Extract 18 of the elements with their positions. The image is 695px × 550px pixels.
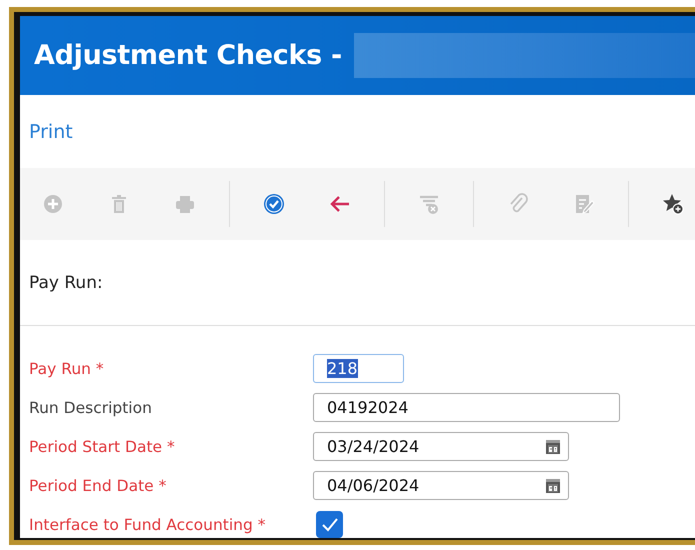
star-add-icon[interactable] [662, 193, 684, 215]
checkbox[interactable] [316, 511, 343, 538]
field-label: Period Start Date * [29, 438, 176, 456]
date-field[interactable]: 04/06/2024 [313, 471, 569, 500]
text-field[interactable]: 218 [313, 354, 404, 383]
calendar-icon[interactable] [545, 438, 561, 454]
field-label: Period End Date * [29, 476, 168, 494]
text-field[interactable]: 04192024 [313, 393, 620, 422]
calendar-icon[interactable] [545, 478, 561, 494]
field-label: Interface to Fund Accounting * [29, 516, 267, 534]
window-title: Adjustment Checks - [34, 40, 342, 71]
checkmark-circle-icon[interactable] [263, 193, 285, 215]
field-label: Pay Run * [29, 360, 105, 378]
date-field[interactable]: 03/24/2024 [313, 432, 569, 461]
field-label: Run Description [29, 398, 153, 416]
print-link[interactable]: Print [29, 120, 73, 142]
checkmark-icon [320, 516, 338, 532]
section-heading: Pay Run: [29, 272, 104, 295]
